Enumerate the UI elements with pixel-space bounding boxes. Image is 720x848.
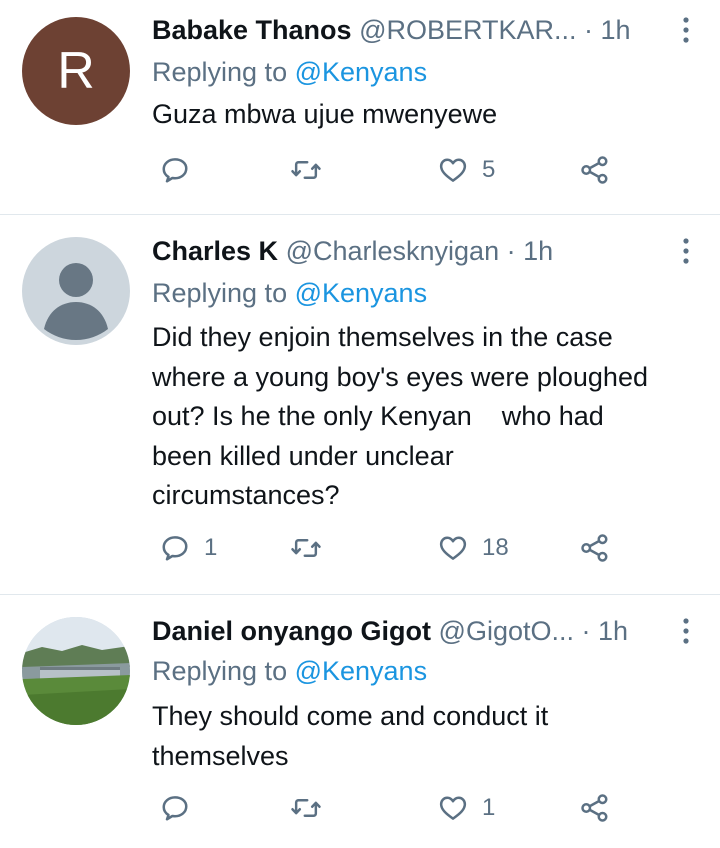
reply-count: 1 bbox=[204, 534, 218, 561]
reply-button[interactable] bbox=[160, 793, 204, 823]
display-name[interactable]: Babake Thanos bbox=[152, 15, 352, 45]
retweet-button[interactable] bbox=[290, 793, 336, 823]
avatar[interactable] bbox=[22, 617, 130, 725]
tweet-header: Daniel onyango Gigot @GigotO... · 1h bbox=[152, 613, 628, 649]
tweet-text-line: themselves bbox=[152, 740, 289, 771]
share-icon bbox=[581, 794, 608, 822]
reply-button[interactable]: 1 bbox=[160, 533, 217, 563]
mention-link[interactable]: @Kenyans bbox=[295, 57, 427, 87]
avatar[interactable] bbox=[22, 237, 130, 345]
retweet-icon bbox=[291, 161, 321, 179]
tweet-text: Guza mbwa ujue mwenyewe bbox=[152, 95, 702, 135]
like-button[interactable]: 5 bbox=[438, 155, 495, 185]
tweet[interactable]: R Babake Thanos @ROBERTKAR... · 1h Reply… bbox=[0, 0, 720, 215]
replying-to: Replying to @Kenyans bbox=[152, 653, 427, 689]
more-vertical-icon[interactable] bbox=[682, 237, 690, 265]
like-button[interactable]: 1 bbox=[438, 793, 495, 823]
avatar-letter: R bbox=[57, 42, 95, 100]
timestamp[interactable]: · 1h bbox=[507, 236, 554, 266]
share-icon bbox=[581, 156, 608, 184]
heart-icon bbox=[439, 796, 467, 820]
tweet-text-line: where a young boy's eyes were ploughed bbox=[152, 361, 648, 392]
timestamp[interactable]: · 1h bbox=[582, 616, 629, 646]
reply-icon bbox=[162, 796, 188, 821]
reply-button[interactable] bbox=[160, 155, 204, 185]
retweet-button[interactable] bbox=[290, 155, 336, 185]
more-vertical-icon[interactable] bbox=[682, 617, 690, 645]
tweet-header: Babake Thanos @ROBERTKAR... · 1h bbox=[152, 12, 631, 48]
user-handle[interactable]: @GigotO... bbox=[439, 616, 574, 646]
tweet-text-line: circumstances? bbox=[152, 480, 340, 510]
like-count: 18 bbox=[482, 534, 509, 561]
share-button[interactable] bbox=[580, 533, 610, 563]
replying-to: Replying to @Kenyans bbox=[152, 275, 427, 311]
like-count: 5 bbox=[482, 156, 496, 183]
share-icon bbox=[581, 534, 608, 562]
user-handle[interactable]: @ROBERTKAR... bbox=[359, 15, 576, 45]
retweet-icon bbox=[291, 799, 321, 817]
tweet-actions: 5 bbox=[152, 155, 622, 195]
heart-icon bbox=[439, 536, 467, 560]
reply-icon bbox=[162, 158, 188, 183]
retweet-icon bbox=[291, 539, 321, 557]
tweet-header: Charles K @Charlesknyigan · 1h bbox=[152, 233, 553, 269]
share-button[interactable] bbox=[580, 155, 610, 185]
tweet-actions: 1 bbox=[152, 793, 622, 833]
replying-label: Replying to bbox=[152, 57, 295, 87]
tweet-text-line: out? Is he the only Kenyan who had bbox=[152, 401, 604, 431]
tweet-text-line: been killed under unclear bbox=[152, 440, 454, 471]
tweet-actions: 1 18 bbox=[152, 533, 622, 573]
replying-label: Replying to bbox=[152, 278, 295, 308]
share-button[interactable] bbox=[580, 793, 610, 823]
heart-icon bbox=[439, 158, 467, 182]
tweet-text-line: They should come and conduct it bbox=[152, 701, 549, 731]
tweet-text-line: Did they enjoin themselves in the case bbox=[152, 322, 613, 352]
avatar-photo bbox=[22, 617, 130, 725]
tweet-text: Did they enjoin themselves in the case w… bbox=[152, 318, 702, 516]
replying-label: Replying to bbox=[152, 656, 295, 686]
default-avatar-icon bbox=[44, 263, 108, 340]
replying-to: Replying to @Kenyans bbox=[152, 54, 427, 90]
tweet-text: They should come and conduct it themselv… bbox=[152, 697, 702, 776]
avatar[interactable]: R bbox=[22, 17, 130, 125]
like-count: 1 bbox=[482, 794, 496, 821]
more-vertical-icon[interactable] bbox=[682, 16, 690, 44]
mention-link[interactable]: @Kenyans bbox=[295, 278, 427, 308]
mention-link[interactable]: @Kenyans bbox=[295, 656, 427, 686]
retweet-button[interactable] bbox=[290, 533, 336, 563]
display-name[interactable]: Charles K bbox=[152, 236, 278, 266]
like-button[interactable]: 18 bbox=[438, 533, 509, 563]
timestamp[interactable]: · 1h bbox=[584, 15, 631, 45]
tweet[interactable]: Daniel onyango Gigot @GigotO... · 1h Rep… bbox=[0, 595, 720, 848]
display-name[interactable]: Daniel onyango Gigot bbox=[152, 616, 431, 646]
reply-icon bbox=[162, 536, 188, 561]
tweet[interactable]: Charles K @Charlesknyigan · 1h Replying … bbox=[0, 215, 720, 595]
tweet-text-line: Guza mbwa ujue mwenyewe bbox=[152, 99, 498, 129]
user-handle[interactable]: @Charlesknyigan bbox=[286, 236, 500, 266]
